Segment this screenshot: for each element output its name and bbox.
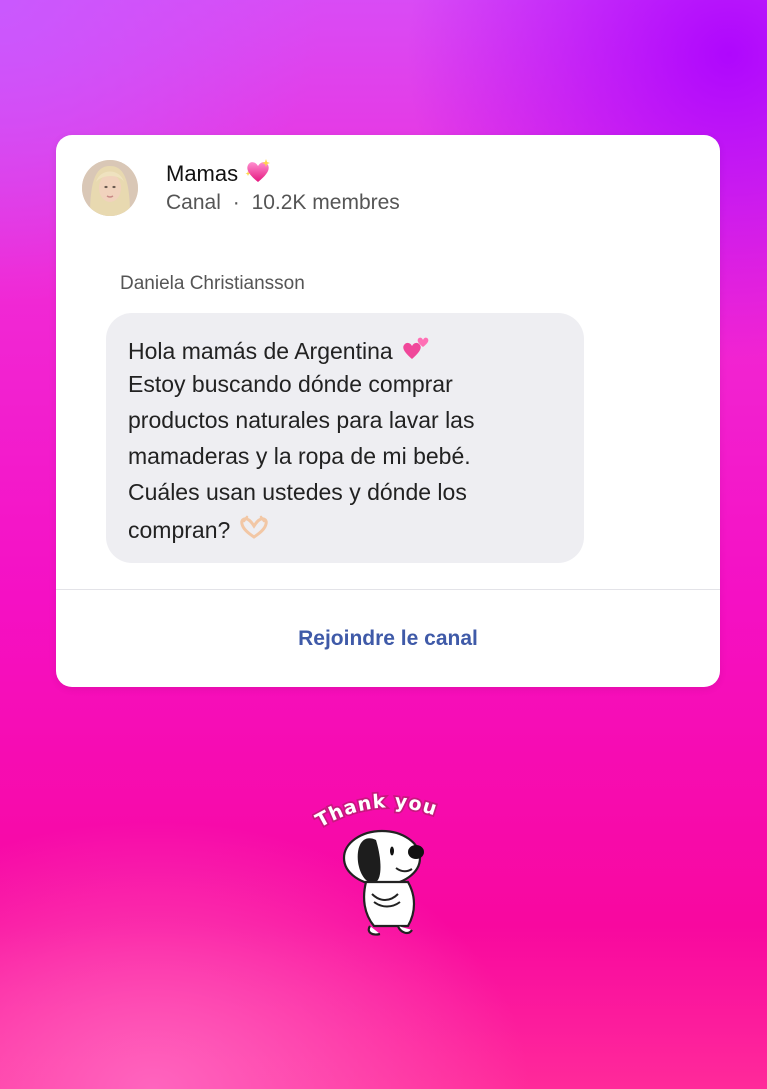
channel-meta: Canal · 10.2K membres: [166, 191, 400, 215]
message-line: productos naturales para lavar las: [128, 407, 474, 434]
channel-title-row[interactable]: Mamas: [166, 158, 272, 190]
channel-name: Mamas: [166, 161, 239, 186]
snoopy-thank-you-sticker: Thank you: [310, 786, 462, 936]
heart-hands-icon: [238, 515, 270, 545]
channel-type: Canal: [166, 191, 221, 214]
message-sender: Daniela Christiansson: [120, 273, 305, 294]
member-count: 10.2K membres: [251, 191, 400, 214]
message-line: Hola mamás de Argentina: [128, 335, 431, 367]
sticker-text: Thank you: [310, 789, 441, 834]
message-text: Estoy buscando dónde comprar: [128, 371, 453, 397]
message-line: compran?: [128, 515, 270, 545]
two-hearts-icon: [401, 335, 431, 367]
message-line: mamaderas y la ropa de mi bebé.: [128, 443, 471, 470]
message-line: Cuáles usan ustedes y dónde los: [128, 479, 467, 506]
sparkling-heart-icon: [244, 158, 272, 190]
message-bubble[interactable]: Hola mamás de Argentina Estoy buscando d…: [106, 313, 584, 563]
join-channel-button[interactable]: Rejoindre le canal: [56, 590, 720, 687]
message-text: Hola mamás de Argentina: [128, 337, 393, 364]
message-text: Cuáles usan ustedes y dónde los: [128, 479, 467, 505]
message-text: compran?: [128, 516, 231, 543]
shared-channel-card: Mamas Canal · 10.2K membres Daniela Chri…: [56, 135, 720, 687]
meta-separator: ·: [232, 191, 240, 214]
avatar[interactable]: [82, 160, 138, 216]
message-line: Estoy buscando dónde comprar: [128, 371, 453, 398]
message-text: mamaderas y la ropa de mi bebé.: [128, 443, 471, 469]
svg-text:Thank you: Thank you: [312, 790, 440, 832]
story-background: Mamas Canal · 10.2K membres Daniela Chri…: [0, 0, 767, 1089]
message-text: productos naturales para lavar las: [128, 407, 475, 433]
